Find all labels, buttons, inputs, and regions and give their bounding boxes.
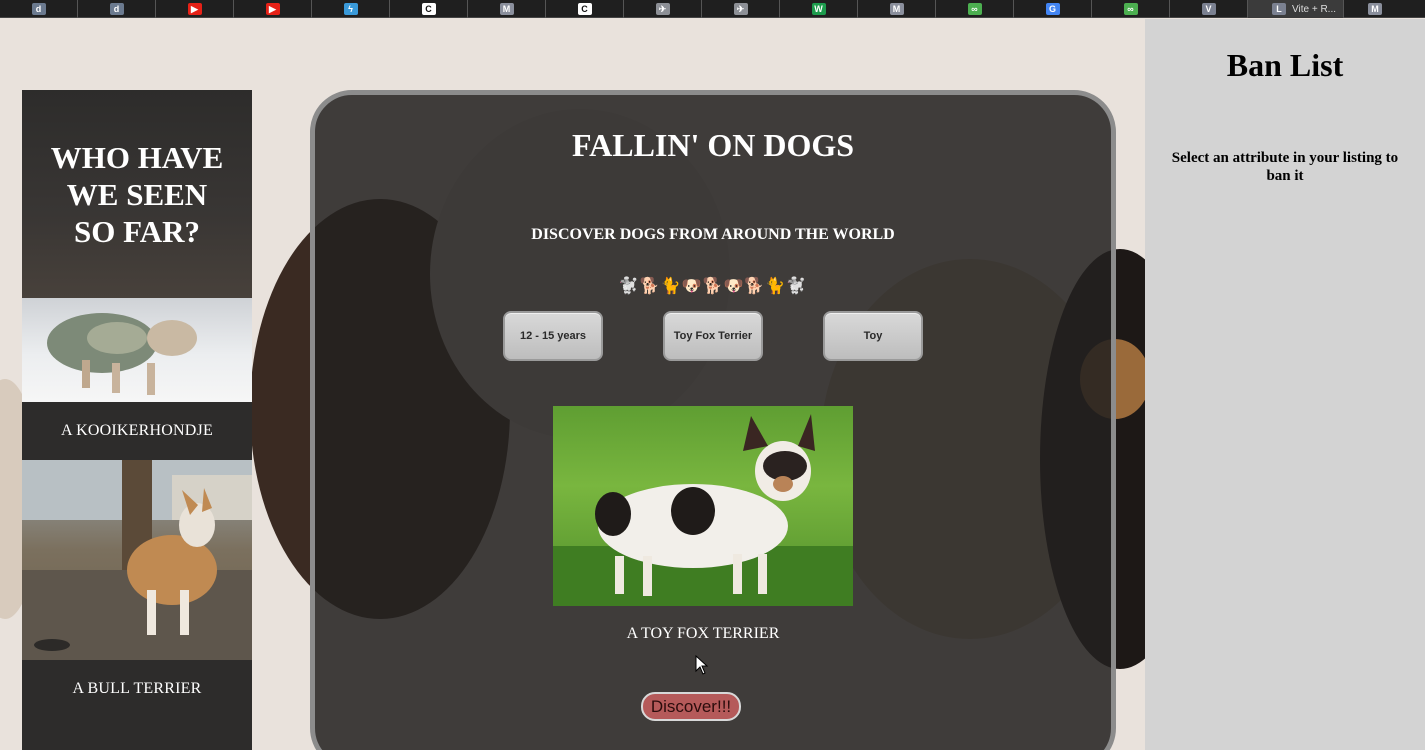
browser-tab[interactable]: ✈ (702, 0, 780, 18)
mouse-cursor-icon (695, 655, 709, 675)
page-subtitle: DISCOVER DOGS FROM AROUND THE WORLD (531, 226, 895, 243)
browser-tab[interactable]: d (0, 0, 78, 18)
gallery-caption: A KOOIKERHONDJE (61, 422, 213, 439)
c-icon: C (577, 3, 592, 15)
gallery-title: WHO HAVE WE SEEN SO FAR? (22, 90, 252, 298)
google-icon: G (1045, 3, 1060, 15)
browser-tab[interactable]: M (1344, 0, 1406, 18)
ban-list-instructions: Select an attribute in your listing to b… (1171, 150, 1399, 184)
w-icon: W (811, 3, 826, 15)
dict-icon: d (31, 3, 46, 15)
browser-tab[interactable]: ✈ (624, 0, 702, 18)
dog-discovery-card: FALLIN' ON DOGS DISCOVER DOGS FROM AROUN… (310, 90, 1116, 750)
infinity-icon: ∞ (1123, 3, 1138, 15)
c-icon: C (421, 3, 436, 15)
browser-tab[interactable]: M (468, 0, 546, 18)
ban-list-panel: Ban List Select an attribute in your lis… (1145, 19, 1425, 750)
m-icon: M (889, 3, 904, 15)
browser-tab[interactable]: ∞ (936, 0, 1014, 18)
browser-tab[interactable]: G (1014, 0, 1092, 18)
gallery-image-bull-terrier (22, 460, 252, 660)
dog-photo (553, 406, 853, 606)
dog-caption: A TOY FOX TERRIER (626, 625, 780, 642)
attribute-button-group[interactable]: Toy (823, 311, 923, 361)
plane-icon: ✈ (655, 3, 670, 15)
attribute-button-lifespan[interactable]: 12 - 15 years (503, 311, 603, 361)
gallery-image-kooikerhondje (22, 298, 252, 402)
l-icon: L (1272, 3, 1286, 15)
browser-tab[interactable]: ▶ (156, 0, 234, 18)
page-title: FALLIN' ON DOGS (571, 127, 855, 163)
browser-tab[interactable]: ▶ (234, 0, 312, 18)
browser-tab[interactable]: V (1170, 0, 1248, 18)
browser-tab[interactable]: C (546, 0, 624, 18)
bolt-icon: ϟ (343, 3, 358, 15)
infinity-icon: ∞ (967, 3, 982, 15)
browser-tab-title: Vite + R... (1292, 3, 1337, 15)
browser-tab[interactable]: C (390, 0, 468, 18)
gallery-caption: A BULL TERRIER (72, 680, 202, 697)
ban-list-title: Ban List (1226, 47, 1344, 83)
attribute-button-breed[interactable]: Toy Fox Terrier (663, 311, 763, 361)
dict-icon: d (109, 3, 124, 15)
browser-tab[interactable]: M (858, 0, 936, 18)
browser-tab[interactable]: W (780, 0, 858, 18)
browser-tab-strip: d d ▶ ▶ ϟ C M C ✈ ✈ W M ∞ G ∞ V L Vite + R... M (0, 0, 1425, 18)
youtube-icon: ▶ (265, 3, 280, 15)
plane-icon: ✈ (733, 3, 748, 15)
v-icon: V (1201, 3, 1216, 15)
m-icon: M (1368, 3, 1382, 15)
discover-button[interactable]: Discover!!! (641, 692, 741, 721)
browser-tab[interactable]: ∞ (1092, 0, 1170, 18)
seen-dogs-gallery: WHO HAVE WE SEEN SO FAR? A KOOIKERHONDJE… (22, 90, 252, 750)
m-icon: M (499, 3, 514, 15)
dog-emoji-row: 🐩🐕🐈🐶🐕🐶🐕🐈🐩 (618, 276, 808, 295)
browser-tab[interactable]: ϟ (312, 0, 390, 18)
browser-tab[interactable]: d (78, 0, 156, 18)
browser-tab[interactable]: L Vite + R... (1248, 0, 1344, 18)
youtube-icon: ▶ (187, 3, 202, 15)
